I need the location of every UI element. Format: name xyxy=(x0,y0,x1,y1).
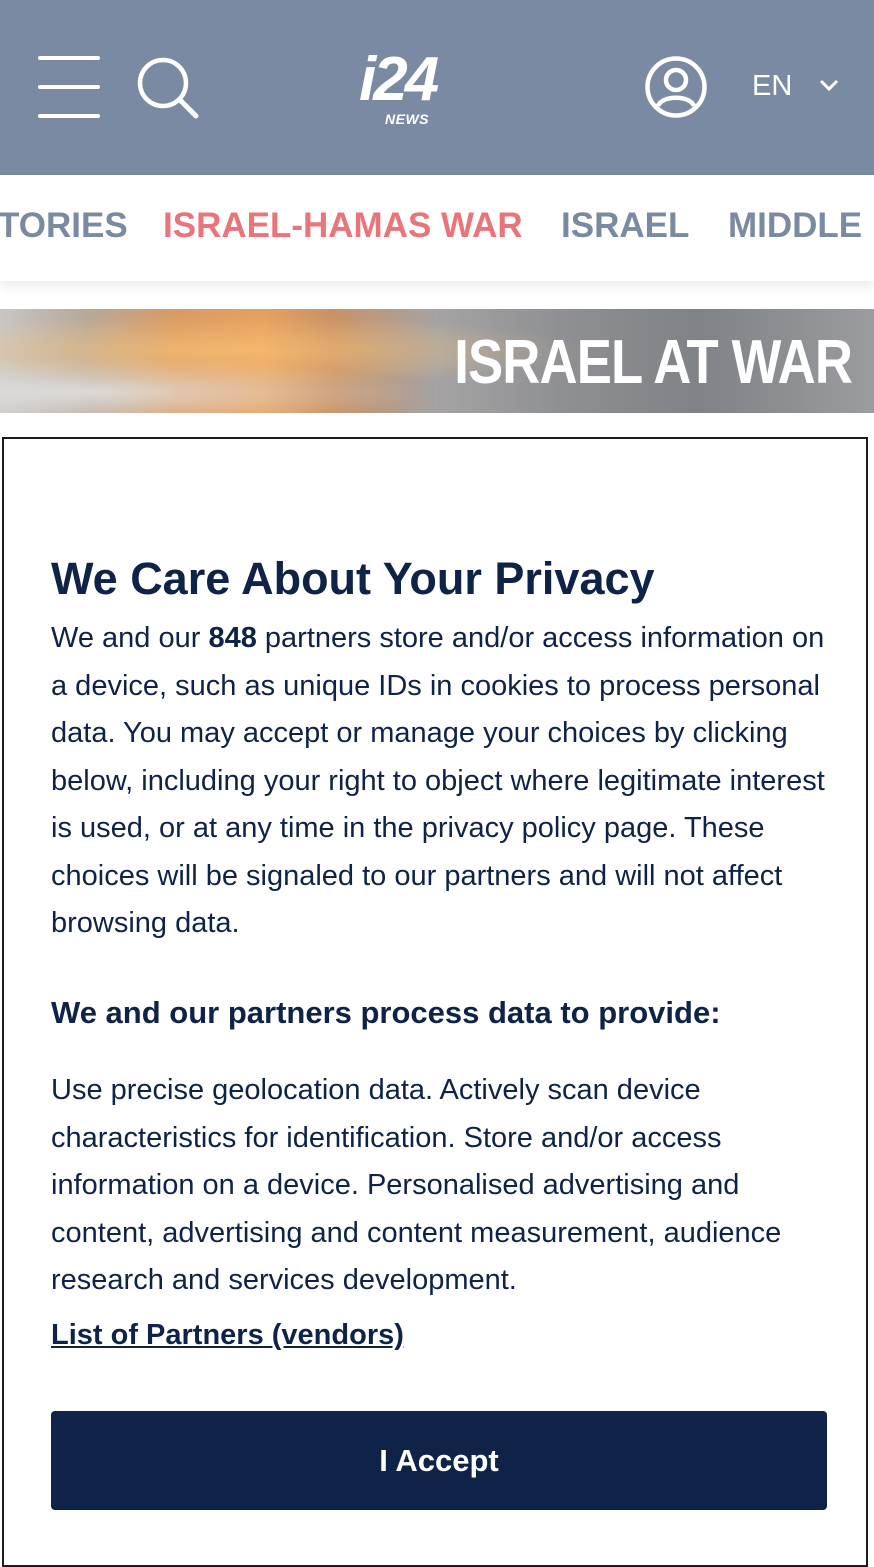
nav-item-top-stories[interactable]: TORIES xyxy=(0,206,128,246)
search-icon[interactable] xyxy=(136,56,200,120)
partner-count: 848 xyxy=(208,622,257,654)
chevron-down-icon[interactable] xyxy=(818,78,840,92)
partners-list-link[interactable]: List of Partners (vendors) xyxy=(51,1319,404,1352)
nav-item-israel[interactable]: ISRAEL xyxy=(561,206,689,246)
category-nav: TORIES ISRAEL-HAMAS WAR ISRAEL MIDDLE xyxy=(0,175,874,281)
purposes-heading: We and our partners process data to prov… xyxy=(51,995,721,1030)
privacy-consent-dialog: We Care About Your Privacy We and our 84… xyxy=(2,437,868,1567)
hamburger-menu-icon[interactable] xyxy=(38,54,100,120)
israel-at-war-banner[interactable]: ISRAEL AT WAR xyxy=(0,309,874,413)
body-suffix: partners store and/or access information… xyxy=(51,622,825,939)
logo-sub-text: NEWS xyxy=(385,111,429,127)
dialog-title: We Care About Your Privacy xyxy=(51,553,655,604)
account-icon[interactable] xyxy=(644,55,708,119)
language-selector[interactable]: EN xyxy=(752,70,792,103)
site-header: i24 NEWS EN xyxy=(0,0,874,175)
i24news-logo[interactable]: i24 NEWS xyxy=(355,45,490,130)
nav-item-middle-east[interactable]: MIDDLE xyxy=(728,206,862,246)
nav-item-israel-hamas-war[interactable]: ISRAEL-HAMAS WAR xyxy=(163,206,523,246)
purposes-text: Use precise geolocation data. Actively s… xyxy=(51,1074,782,1296)
banner-title: ISRAEL AT WAR xyxy=(454,328,853,397)
accept-button[interactable]: I Accept xyxy=(51,1411,827,1510)
body-prefix: We and our xyxy=(51,622,209,654)
dialog-body: We and our 848 partners store and/or acc… xyxy=(51,615,831,948)
logo-main-text: i24 xyxy=(359,45,439,114)
